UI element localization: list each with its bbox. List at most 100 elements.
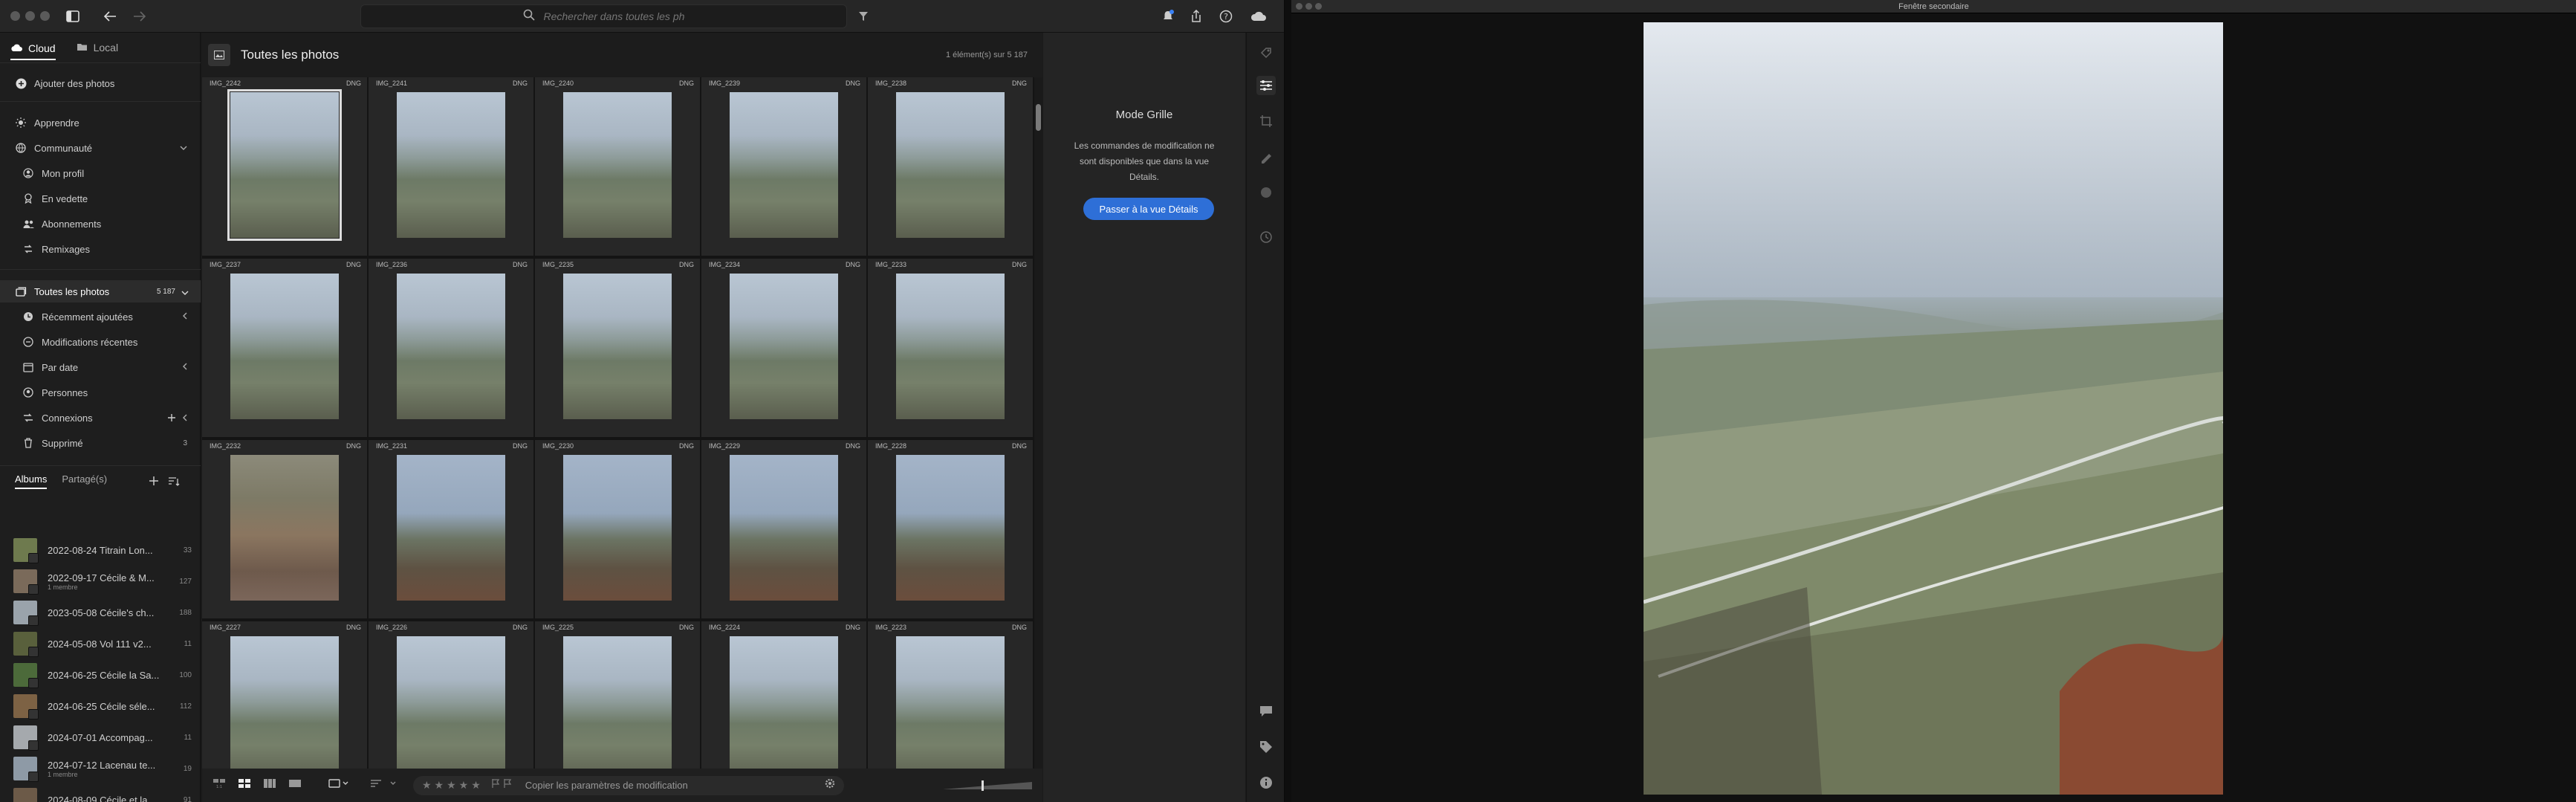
photo-thumbnail[interactable]: [397, 455, 505, 601]
photo-cell[interactable]: IMG_2240 DNG: [535, 77, 700, 256]
album-item[interactable]: 2024-06-25 Cécile la Sa... 100: [13, 660, 192, 690]
photo-cell[interactable]: IMG_2227 DNG: [202, 621, 367, 769]
sidebar-item-learn[interactable]: Apprendre: [0, 111, 201, 134]
photo-thumbnail[interactable]: [227, 89, 342, 241]
photo-cell[interactable]: IMG_2238 DNG: [868, 77, 1033, 256]
sidebar-item-recently-added[interactable]: Récemment ajoutées: [0, 305, 201, 328]
detail-view-icon[interactable]: [288, 778, 302, 792]
photo-thumbnail[interactable]: [563, 274, 672, 419]
photo-cell[interactable]: IMG_2225 DNG: [535, 621, 700, 769]
sort-options-icon[interactable]: [370, 778, 400, 792]
edit-sliders-icon[interactable]: [1256, 76, 1276, 95]
grid-scrollbar[interactable]: [1034, 77, 1042, 769]
add-connection-icon[interactable]: [168, 413, 175, 424]
thumbnail-size-slider[interactable]: [943, 780, 1032, 791]
back-arrow-icon[interactable]: [100, 6, 120, 27]
view-icon[interactable]: [208, 44, 230, 66]
chevron-down-icon[interactable]: [180, 143, 187, 152]
photo-cell[interactable]: IMG_2228 DNG: [868, 440, 1033, 618]
photo-thumbnail[interactable]: [896, 636, 1005, 769]
photo-cell[interactable]: IMG_2239 DNG: [701, 77, 866, 256]
minimize-window-button[interactable]: [25, 11, 35, 21]
photo-cell[interactable]: IMG_2234 DNG: [701, 259, 866, 437]
sidebar-item-recent-edits[interactable]: Modifications récentes: [0, 331, 201, 353]
tag-icon[interactable]: [1256, 737, 1276, 757]
sort-icon[interactable]: [168, 476, 180, 490]
photo-cell[interactable]: IMG_2235 DNG: [535, 259, 700, 437]
slideshow-icon[interactable]: [328, 778, 349, 792]
photo-cell[interactable]: IMG_2229 DNG: [701, 440, 866, 618]
sidebar-item-all-photos[interactable]: Toutes les photos 5 187: [0, 280, 201, 303]
notification-bell-icon[interactable]: [1158, 6, 1178, 27]
history-icon[interactable]: [1256, 227, 1276, 247]
photo-cell[interactable]: IMG_2224 DNG: [701, 621, 866, 769]
sidebar-item-connections[interactable]: Connexions: [0, 407, 201, 429]
photo-thumbnail[interactable]: [896, 455, 1005, 601]
sidebar-item-people[interactable]: Personnes: [0, 381, 201, 404]
switch-to-detail-button[interactable]: Passer à la vue Détails: [1083, 198, 1214, 220]
presets-icon[interactable]: [1256, 43, 1276, 62]
sidebar-item-subscriptions[interactable]: Abonnements: [0, 213, 201, 235]
tab-albums[interactable]: Albums: [15, 473, 48, 489]
search-bar[interactable]: [360, 4, 847, 28]
close-window-button[interactable]: [10, 11, 20, 21]
masking-icon[interactable]: [1256, 183, 1276, 202]
photo-thumbnail[interactable]: [563, 455, 672, 601]
photo-thumbnail[interactable]: [397, 92, 505, 238]
chevron-left-icon[interactable]: [183, 312, 187, 322]
tab-cloud[interactable]: Cloud: [10, 35, 56, 60]
album-item[interactable]: 2024-08-09 Cécile et la... 91: [13, 785, 192, 802]
photo-grid-view-icon[interactable]: [263, 778, 276, 792]
album-item[interactable]: 2022-08-24 Titrain Lon... 33: [13, 535, 192, 565]
chevron-left-icon[interactable]: [183, 413, 187, 424]
album-item[interactable]: 2023-05-08 Cécile's ch... 188: [13, 598, 192, 627]
help-icon[interactable]: ?: [1216, 6, 1236, 27]
album-item[interactable]: 2024-05-08 Vol 111 v2... 11: [13, 629, 192, 659]
large-photo-preview[interactable]: [1644, 22, 2223, 795]
filter-icon[interactable]: [853, 6, 874, 27]
photo-thumbnail[interactable]: [397, 636, 505, 769]
photo-thumbnail[interactable]: [397, 274, 505, 419]
sidebar-toggle-icon[interactable]: [62, 6, 83, 27]
album-item[interactable]: 2024-07-12 Lacenau te... 1 membre 19: [13, 754, 192, 783]
photo-thumbnail[interactable]: [563, 92, 672, 238]
album-item[interactable]: 2022-09-17 Cécile & M... 1 membre 127: [13, 566, 192, 596]
zoom-window-button[interactable]: [40, 11, 50, 21]
info-icon[interactable]: [1256, 773, 1276, 792]
heal-brush-icon[interactable]: [1256, 147, 1276, 166]
tab-shared[interactable]: Partagé(s): [62, 473, 107, 489]
star-rating[interactable]: ★★★★★: [422, 779, 484, 792]
sidebar-item-my-profile[interactable]: Mon profil: [0, 162, 201, 184]
album-item[interactable]: 2024-06-25 Cécile séle... 112: [13, 691, 192, 721]
scrollbar-thumb[interactable]: [1036, 104, 1041, 131]
photo-thumbnail[interactable]: [730, 455, 838, 601]
photo-cell[interactable]: IMG_2233 DNG: [868, 259, 1033, 437]
crop-icon[interactable]: [1256, 111, 1276, 131]
share-icon[interactable]: [1186, 6, 1207, 27]
sidebar-item-featured[interactable]: En vedette: [0, 187, 201, 210]
photo-cell[interactable]: IMG_2223 DNG: [868, 621, 1033, 769]
photo-cell[interactable]: IMG_2237 DNG: [202, 259, 367, 437]
forward-arrow-icon[interactable]: [129, 6, 150, 27]
photo-thumbnail[interactable]: [730, 274, 838, 419]
cloud-sync-icon[interactable]: [1248, 6, 1269, 27]
chevron-down-icon[interactable]: [181, 286, 189, 297]
sidebar-item-by-date[interactable]: Par date: [0, 356, 201, 378]
photo-cell[interactable]: IMG_2242 DNG: [202, 77, 367, 256]
sidebar-item-community[interactable]: Communauté: [0, 137, 201, 159]
photo-cell[interactable]: IMG_2236 DNG: [369, 259, 533, 437]
grid-view-icon[interactable]: [238, 778, 251, 792]
add-photos-button[interactable]: Ajouter des photos: [0, 72, 201, 94]
photo-thumbnail[interactable]: [896, 92, 1005, 238]
album-item[interactable]: 2024-07-01 Accompag... 11: [13, 722, 192, 752]
flag-icon[interactable]: [491, 778, 515, 792]
photo-cell[interactable]: IMG_2231 DNG: [369, 440, 533, 618]
photo-cell[interactable]: IMG_2226 DNG: [369, 621, 533, 769]
copy-settings-button[interactable]: Copier les paramètres de modification: [525, 780, 688, 791]
add-album-icon[interactable]: [149, 476, 159, 490]
photo-thumbnail[interactable]: [730, 636, 838, 769]
photo-cell[interactable]: IMG_2241 DNG: [369, 77, 533, 256]
photo-thumbnail[interactable]: [896, 274, 1005, 419]
chevron-left-icon[interactable]: [183, 363, 187, 372]
tab-local[interactable]: Local: [77, 34, 118, 61]
